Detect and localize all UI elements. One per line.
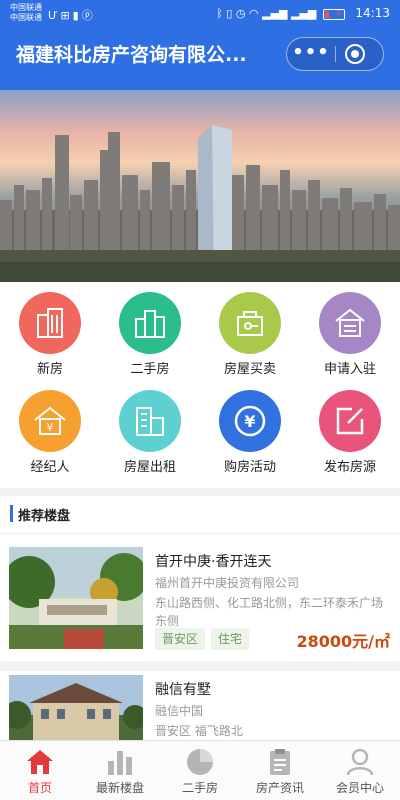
grid-item-label: 二手房 <box>130 362 170 377</box>
status-bar: 中国联通 中国联通 Ư⊞▮ⓟ ᛒ ▯ ◷ ◠ ▂▄▆ ▂▄▆ 8 14:13 <box>0 0 400 28</box>
tab-label: 会员中心 <box>335 781 384 795</box>
mini-program-capsule: ••• <box>286 37 384 71</box>
p-icon: ⓟ <box>81 9 96 22</box>
grid-item-label: 购房活动 <box>223 460 276 475</box>
listing-name: 首开中庚·香开连天 <box>155 554 272 570</box>
top-bar: 中国联通 中国联通 Ư⊞▮ⓟ ᛒ ▯ ◷ ◠ ▂▄▆ ▂▄▆ 8 14:13 福… <box>0 0 400 90</box>
house-key-icon <box>219 292 281 354</box>
city-skyline-image <box>0 90 400 282</box>
tab-label: 最新楼盘 <box>95 781 144 795</box>
apply-house-icon <box>319 292 381 354</box>
svg-text:¥: ¥ <box>244 412 255 431</box>
tab-label: 二手房 <box>181 781 218 795</box>
app-page: 中国联通 中国联通 Ư⊞▮ⓟ ᛒ ▯ ◷ ◠ ▂▄▆ ▂▄▆ 8 14:13 福… <box>0 0 400 800</box>
page-title: 福建科比房产咨询有限公... <box>16 44 247 66</box>
tab-member[interactable]: 会员中心 <box>320 741 400 800</box>
hd-icon: ⊞ <box>60 9 73 22</box>
listing-tag-type: 住宅 <box>211 628 250 650</box>
listing-developer: 福州首开中庚投资有限公司 <box>155 576 300 590</box>
grid-item-label: 经纪人 <box>30 460 70 475</box>
listing-thumbnail <box>9 547 143 649</box>
yuan-icon: ¥ <box>219 390 281 452</box>
target-circle-icon[interactable] <box>345 44 365 64</box>
svg-text:¥: ¥ <box>47 421 54 434</box>
tab-label: 首页 <box>27 781 52 795</box>
capsule-divider <box>335 46 336 62</box>
grid-item-rent[interactable]: 房屋出租 <box>100 380 200 478</box>
battery-icon: 8 <box>322 8 345 20</box>
function-grid: 新房 二手房 房屋买卖 申请入驻 ¥ 经纪人 房屋出租 ¥ 购房活动 发布房源 <box>0 282 400 482</box>
tab-home[interactable]: 首页 <box>0 741 80 800</box>
grid-item-label: 发布房源 <box>323 460 376 475</box>
status-icons-left: Ư⊞▮ⓟ <box>48 7 96 23</box>
banner-image[interactable] <box>0 90 400 282</box>
listing-tag-district: 晋安区 <box>155 628 206 650</box>
listing-address: 晋安区 福飞路北 <box>155 724 243 738</box>
section-accent-bar <box>10 505 13 522</box>
listing-price: 28000元/㎡ <box>296 632 390 651</box>
grid-item-new-house[interactable]: 新房 <box>0 282 100 380</box>
grid-item-agent[interactable]: ¥ 经纪人 <box>0 380 100 478</box>
grid-item-buy-sell[interactable]: 房屋买卖 <box>200 282 300 380</box>
listing-name: 融信有墅 <box>155 682 211 698</box>
wifi-icon: ◠ <box>249 7 259 20</box>
signal-4g-icon: ▂▄▆ <box>262 7 288 20</box>
agent-house-icon: ¥ <box>19 390 81 452</box>
alarm-icon: ◷ <box>235 7 246 20</box>
building-icon <box>19 292 81 354</box>
tab-second-hand[interactable]: 二手房 <box>160 741 240 800</box>
section-divider <box>0 488 400 496</box>
bottom-tab-bar: 首页 最新楼盘 二手房 房产资讯 会员中心 <box>0 740 400 800</box>
listing-developer: 融信中国 <box>155 704 204 718</box>
card-separator <box>0 661 400 671</box>
listing-card[interactable]: 融信有墅 融信中国 晋安区 福飞路北 <box>0 675 400 740</box>
rent-building-icon <box>119 390 181 452</box>
grid-item-label: 房屋买卖 <box>223 362 276 377</box>
signal-3g-icon: ▂▄▆ <box>291 7 317 20</box>
status-time: 14:13 <box>355 6 390 20</box>
carrier-labels: 中国联通 中国联通 <box>10 3 42 23</box>
more-dots-icon[interactable]: ••• <box>287 38 335 70</box>
bar-chart-icon <box>108 751 132 775</box>
listing-address: 东山路西侧、化工路北侧，东二环泰禾广场东侧 <box>155 596 384 628</box>
vibrate-icon: ▯ <box>226 7 233 20</box>
tab-label: 房产资讯 <box>255 781 304 795</box>
clipboard-icon <box>270 749 290 775</box>
tab-news[interactable]: 房产资讯 <box>240 741 320 800</box>
status-icons-right: ᛒ ▯ ◷ ◠ ▂▄▆ ▂▄▆ 8 14:13 <box>216 6 390 20</box>
grid-item-second-hand[interactable]: 二手房 <box>100 282 200 380</box>
grid-item-apply[interactable]: 申请入驻 <box>300 282 400 380</box>
section-header: 推荐楼盘 <box>0 496 400 534</box>
listing-card[interactable]: 首开中庚·香开连天 福州首开中庚投资有限公司 东山路西侧、化工路北侧，东二环泰禾… <box>0 547 400 659</box>
carrier-label-2: 中国联通 <box>10 13 42 22</box>
user-icon <box>346 748 374 776</box>
pie-chart-icon <box>187 749 213 775</box>
battery-level: 8 <box>336 8 341 17</box>
grid-item-label: 新房 <box>36 362 63 377</box>
home-icon <box>27 750 53 774</box>
tab-new-listings[interactable]: 最新楼盘 <box>80 741 160 800</box>
u-icon: Ư <box>48 9 61 22</box>
sim-icon: ▮ <box>72 9 82 22</box>
buildings-icon <box>119 292 181 354</box>
grid-item-label: 房屋出租 <box>123 460 176 475</box>
edit-icon <box>319 390 381 452</box>
carrier-label-1: 中国联通 <box>10 3 42 12</box>
grid-item-label: 申请入驻 <box>323 362 376 377</box>
grid-item-activity[interactable]: ¥ 购房活动 <box>200 380 300 478</box>
bluetooth-icon: ᛒ <box>216 7 223 20</box>
grid-item-publish[interactable]: 发布房源 <box>300 380 400 478</box>
section-title: 推荐楼盘 <box>18 509 71 524</box>
listing-thumbnail <box>9 675 143 740</box>
